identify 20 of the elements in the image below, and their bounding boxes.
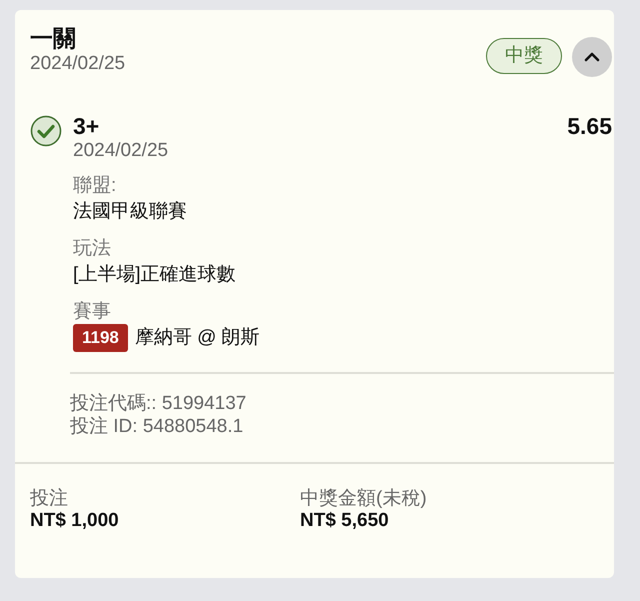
detail-label: 聯盟: (73, 174, 118, 198)
odds-value: 5.65 (567, 113, 612, 139)
match-code-badge: 1198 (73, 324, 128, 352)
total-label: 投注 (30, 488, 69, 510)
detail-value: 摩納哥 @ 朗斯 (134, 326, 260, 350)
status-badge: 中獎 (486, 38, 562, 74)
total-label: 中獎金額(未稅) (300, 488, 428, 510)
bet-type-title: 一關 (30, 24, 77, 52)
bet-date: 2024/02/25 (30, 52, 126, 76)
bet-reference: 投注 ID: 54880548.1 (70, 415, 244, 438)
selection-date: 2024/02/25 (73, 139, 170, 163)
detail-label: 玩法 (73, 237, 112, 261)
total-value: NT$ 5,650 (300, 510, 390, 532)
detail-label: 賽事 (73, 300, 112, 324)
bet-reference: 投注代碼:: 51994137 (70, 392, 248, 415)
selection-name: 3+ (73, 113, 100, 139)
total-value: NT$ 1,000 (30, 510, 120, 532)
detail-value: [上半場]正確進球數 (73, 263, 236, 287)
collapse-button[interactable] (572, 37, 612, 77)
detail-value: 法國甲級聯賽 (73, 200, 187, 224)
